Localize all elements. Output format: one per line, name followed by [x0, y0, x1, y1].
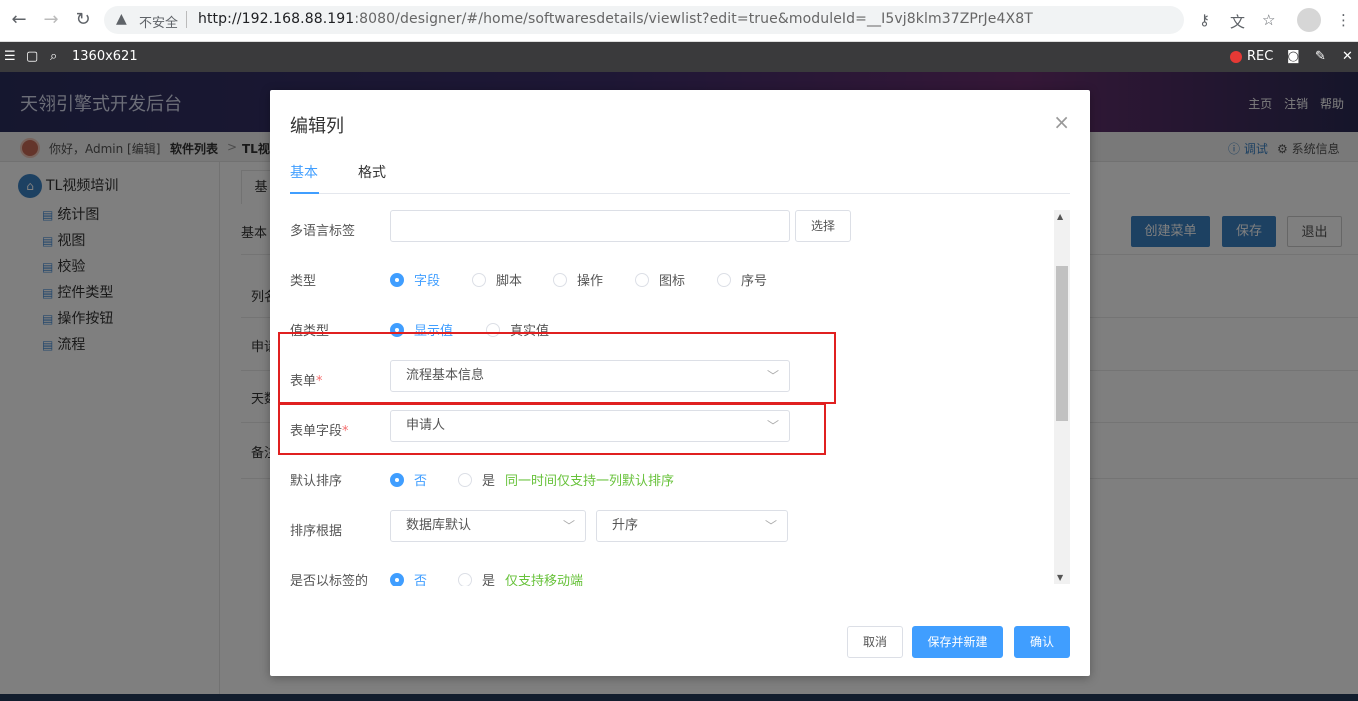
viewport-size: 1360x621: [72, 49, 138, 64]
browser-toolbar: ← → ↻ ▲ 不安全 http://192.168.88.191:8080/d…: [0, 0, 1358, 42]
choose-button[interactable]: 选择: [795, 210, 851, 242]
radio-dot: [553, 273, 567, 287]
default-sort-radio-label: 是: [482, 474, 496, 489]
sort-by-value: 数据库默认: [406, 518, 472, 533]
url-separator: [186, 11, 187, 28]
close-icon[interactable]: ×: [1053, 112, 1070, 132]
edit-column-dialog: 编辑列 × 基本 格式 多语言标签 选择 类型 字段 脚本 操作 图标 序号 值…: [270, 90, 1090, 676]
type-radio-label: 操作: [577, 274, 604, 289]
type-radio-label: 序号: [741, 274, 768, 289]
responsive-toolbar: ☰ ▢ ⌕ 1360x621 REC ◙ ✎ ✕: [0, 42, 1358, 72]
scroll-down-icon[interactable]: ▼: [1057, 573, 1063, 582]
camera-icon[interactable]: ◙: [1287, 49, 1300, 64]
close-icon[interactable]: ✕: [1342, 49, 1353, 64]
url-text[interactable]: http://192.168.88.191:8080/designer/#/ho…: [198, 11, 1033, 27]
radio-dot: [458, 573, 472, 586]
confirm-button[interactable]: 确认: [1014, 626, 1070, 658]
tab-format[interactable]: 格式: [358, 162, 386, 182]
radio-dot: [390, 473, 404, 487]
highlight-form: [278, 332, 836, 404]
window-icon[interactable]: ▢: [26, 49, 38, 64]
translate-icon[interactable]: 文: [1230, 11, 1245, 32]
sort-by-label: 排序根据: [290, 524, 343, 539]
record-icon[interactable]: [1230, 51, 1242, 63]
cancel-button[interactable]: 取消: [847, 626, 903, 658]
as-tag-radio-yes[interactable]: 是: [458, 570, 495, 586]
save-and-new-button[interactable]: 保存并新建: [912, 626, 1003, 658]
menu-dots-icon[interactable]: ⋮: [1336, 11, 1351, 29]
type-radio-script[interactable]: 脚本: [472, 270, 522, 289]
key-icon[interactable]: ⚷: [1199, 11, 1210, 29]
type-radio-action[interactable]: 操作: [553, 270, 603, 289]
url-path: :8080/designer/#/home/softwaresdetails/v…: [354, 11, 1033, 27]
multilang-input[interactable]: [390, 210, 790, 242]
warning-icon: ▲: [116, 11, 127, 27]
sort-order-value: 升序: [612, 518, 639, 533]
default-sort-radio-no[interactable]: 否: [390, 470, 427, 489]
back-icon[interactable]: ←: [8, 9, 30, 31]
highlight-formfield: [278, 403, 826, 455]
radio-dot: [390, 273, 404, 287]
star-icon[interactable]: ☆: [1262, 11, 1275, 29]
type-radio-label: 图标: [659, 274, 686, 289]
radio-dot: [635, 273, 649, 287]
profile-icon[interactable]: [1297, 8, 1321, 32]
scrollbar[interactable]: ▲ ▼: [1054, 210, 1070, 584]
type-radio-label: 脚本: [496, 274, 523, 289]
reload-icon[interactable]: ↻: [72, 9, 94, 31]
chevron-down-icon: ﹀: [764, 519, 777, 533]
type-label: 类型: [290, 274, 317, 289]
type-radio-index[interactable]: 序号: [717, 270, 767, 289]
pen-icon[interactable]: ✎: [1315, 49, 1326, 64]
insecure-label: 不安全: [139, 16, 179, 31]
type-radio-field[interactable]: 字段: [390, 270, 440, 289]
default-sort-radio-yes[interactable]: 是: [458, 470, 495, 489]
radio-dot: [717, 273, 731, 287]
scroll-up-icon[interactable]: ▲: [1057, 212, 1063, 221]
as-tag-hint: 仅支持移动端: [505, 574, 584, 586]
default-sort-hint: 同一时间仅支持一列默认排序: [505, 474, 675, 489]
sort-by-select[interactable]: 数据库默认 ﹀: [390, 510, 586, 542]
zoom-icon[interactable]: ⌕: [50, 49, 57, 64]
sort-order-select[interactable]: 升序 ﹀: [596, 510, 788, 542]
tab-active-indicator: [290, 192, 319, 194]
scrollbar-thumb[interactable]: [1056, 266, 1068, 421]
tab-basic[interactable]: 基本: [290, 162, 318, 182]
default-sort-label: 默认排序: [290, 474, 343, 489]
type-radio-icon[interactable]: 图标: [635, 270, 685, 289]
radio-dot: [390, 573, 404, 586]
as-tag-label: 是否以标签的: [290, 574, 369, 586]
forward-icon[interactable]: →: [40, 9, 62, 31]
as-tag-radio-label: 是: [482, 574, 496, 586]
type-radio-label: 字段: [414, 274, 441, 289]
as-tag-radio-no[interactable]: 否: [390, 570, 427, 586]
hamburger-icon[interactable]: ☰: [4, 49, 16, 64]
radio-dot: [472, 273, 486, 287]
address-bar[interactable]: ▲ 不安全 http://192.168.88.191:8080/designe…: [104, 6, 1184, 34]
chevron-down-icon: ﹀: [562, 519, 575, 533]
url-host: http://192.168.88.191: [198, 11, 355, 27]
as-tag-radio-label: 否: [414, 574, 428, 586]
default-sort-radio-label: 否: [414, 474, 428, 489]
dialog-title: 编辑列: [290, 116, 344, 137]
radio-dot: [458, 473, 472, 487]
rec-label: REC: [1247, 49, 1274, 64]
multilang-label: 多语言标签: [290, 224, 356, 239]
dialog-tabs: 基本 格式: [290, 152, 1070, 194]
